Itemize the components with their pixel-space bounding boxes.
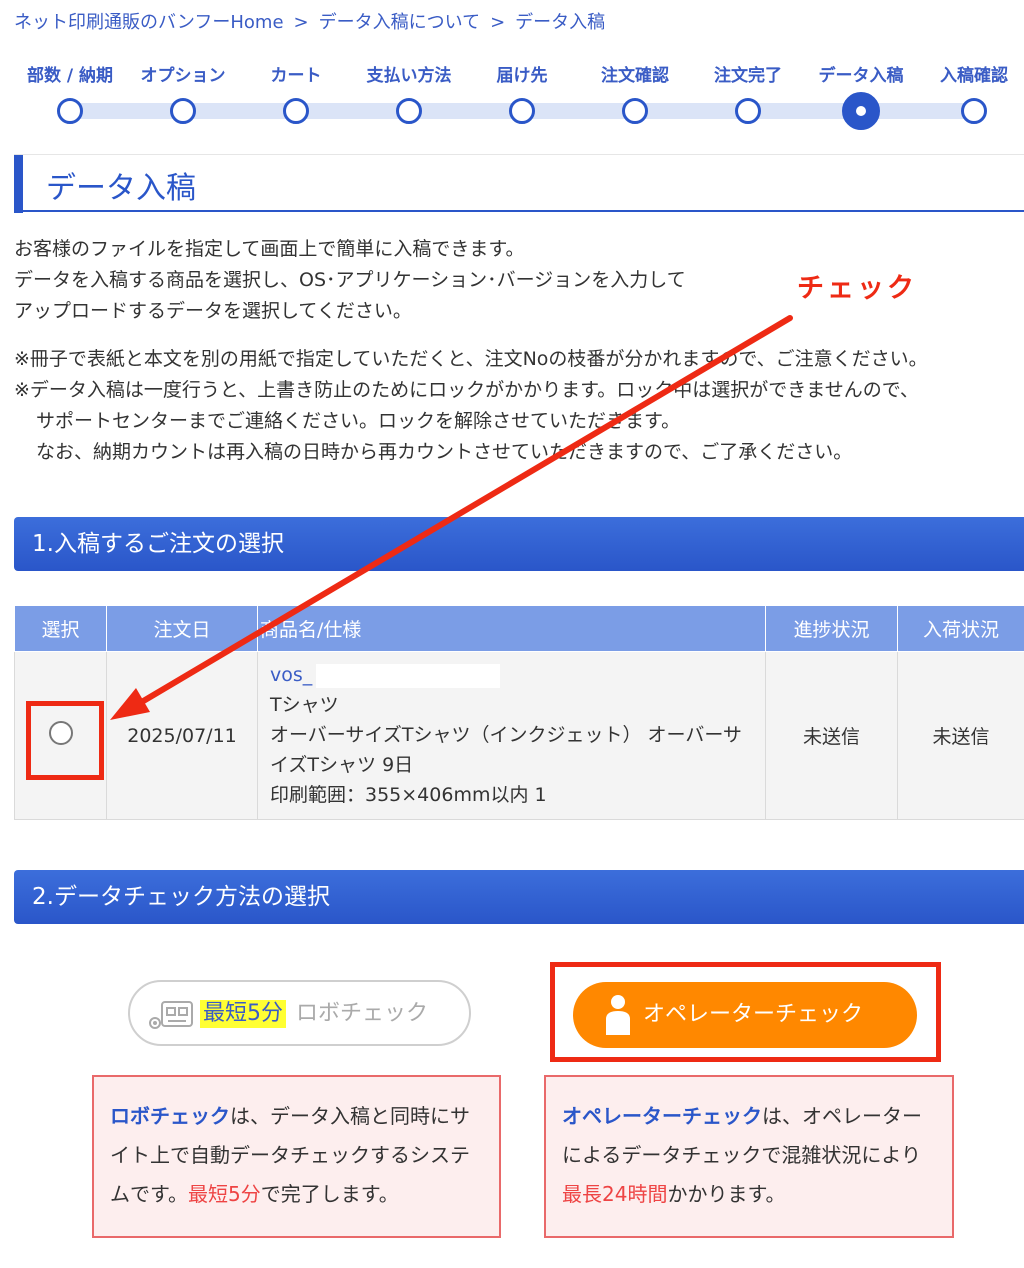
annotation-label: チェック bbox=[797, 273, 917, 304]
annotation-highlight-operator-button bbox=[550, 962, 941, 1062]
step-upload-confirm: 入稿確認 bbox=[914, 62, 1024, 124]
step-marker bbox=[170, 98, 196, 124]
step-label: 注文完了 bbox=[714, 66, 782, 86]
page-title: データ入稿 bbox=[46, 171, 196, 206]
step-order-confirm: 注文確認 bbox=[575, 62, 695, 124]
heading-accent-bar bbox=[14, 155, 23, 213]
step-quantity-deadline: 部数 / 納期 bbox=[10, 62, 130, 124]
intro-line: データを入稿する商品を選択し、OS･アプリケーション･バージョンを入力して bbox=[14, 269, 686, 291]
step-label: カート bbox=[270, 66, 322, 86]
breadcrumb-separator: > bbox=[293, 12, 309, 33]
order-progress-steps: 部数 / 納期 オプション カート 支払い方法 届け先 注文確認 注文完了 デー… bbox=[0, 62, 1024, 132]
robo-desc-text-end: で完了します。 bbox=[260, 1182, 399, 1206]
step-label: 支払い方法 bbox=[366, 66, 452, 86]
redacted-order-number bbox=[316, 663, 501, 688]
robo-check-time-highlight: 最短5分 bbox=[200, 1000, 286, 1028]
step-order-complete: 注文完了 bbox=[688, 62, 808, 124]
spec-line: Tシャツ bbox=[270, 694, 339, 716]
order-table: 選択 注文日 商品名/仕様 進捗状況 入荷状況 2025/07/11 vos_ … bbox=[14, 605, 1024, 820]
intro-line: アップロードするデータを選択してください。 bbox=[14, 300, 412, 322]
spec-line: オーバーサイズTシャツ（インクジェット） オーバーサイズTシャツ 9日 bbox=[270, 724, 742, 776]
step-label: データ入稿 bbox=[818, 66, 904, 86]
breadcrumb-separator: > bbox=[490, 12, 506, 33]
operator-check-name: オペレーターチェック bbox=[562, 1104, 762, 1128]
column-header-select: 選択 bbox=[14, 605, 107, 652]
operator-check-description: オペレーターチェックは、オペレーターによるデータチェックで混雑状況により最長24… bbox=[544, 1075, 954, 1238]
step-marker bbox=[735, 98, 761, 124]
column-header-order-date: 注文日 bbox=[106, 605, 258, 652]
robo-check-description: ロボチェックは、データ入稿と同時にサイト上で自動データチェックするシステムです。… bbox=[92, 1075, 501, 1238]
step-delivery: 届け先 bbox=[462, 62, 582, 124]
note-line: ※データ入稿は一度行うと、上書き防止のためにロックがかかります。ロック中は選択が… bbox=[14, 379, 919, 401]
step-label: 部数 / 納期 bbox=[26, 66, 114, 86]
breadcrumb-home-link[interactable]: ネット印刷通販のバンフーHome bbox=[14, 12, 284, 33]
step-marker bbox=[961, 98, 987, 124]
column-header-arrival: 入荷状況 bbox=[897, 605, 1024, 652]
step-label: 注文確認 bbox=[601, 66, 669, 86]
step-marker bbox=[396, 98, 422, 124]
table-header-row: 選択 注文日 商品名/仕様 進捗状況 入荷状況 bbox=[14, 605, 1024, 652]
step-cart: カート bbox=[236, 62, 356, 124]
breadcrumb-data-about-link[interactable]: データ入稿について bbox=[319, 12, 480, 33]
section-order-select-header: 1.入稿するご注文の選択 bbox=[14, 517, 1024, 571]
order-date-cell: 2025/07/11 bbox=[106, 651, 258, 820]
intro-line: お客様のファイルを指定して画面上で簡単に入稿できます。 bbox=[14, 238, 525, 260]
step-payment: 支払い方法 bbox=[349, 62, 469, 124]
step-marker bbox=[622, 98, 648, 124]
page-heading: データ入稿 bbox=[14, 154, 1024, 213]
step-label: 届け先 bbox=[496, 66, 548, 86]
progress-status: 未送信 bbox=[765, 651, 898, 820]
step-marker bbox=[57, 98, 83, 124]
step-marker bbox=[509, 98, 535, 124]
note-line: ※冊子で表紙と本文を別の用紙で指定していただくと、注文Noの枝番が分かれますので… bbox=[14, 348, 928, 370]
step-label: 入稿確認 bbox=[940, 66, 1008, 86]
robo-desc-time: 最短5分 bbox=[188, 1182, 261, 1206]
notes-text: ※冊子で表紙と本文を別の用紙で指定していただくと、注文Noの枝番が分かれますので… bbox=[14, 344, 928, 468]
operator-desc-time: 最長24時間 bbox=[562, 1182, 668, 1206]
order-date: 2025/07/11 bbox=[127, 724, 237, 747]
step-label: オプション bbox=[140, 66, 226, 86]
breadcrumb-current: データ入稿 bbox=[515, 12, 606, 33]
note-line: なお、納期カウントは再入稿の日時から再カウントさせていただきますので、ご了承くだ… bbox=[36, 441, 853, 463]
note-line: サポートセンターまでご連絡ください。ロックを解除させていただきます。 bbox=[36, 410, 681, 432]
breadcrumb: ネット印刷通販のバンフーHome > データ入稿について > データ入稿 bbox=[14, 8, 605, 34]
robo-check-name: ロボチェック bbox=[110, 1104, 230, 1128]
robo-check-label: ロボチェック bbox=[296, 1001, 429, 1026]
spec-line: 印刷範囲：355×406mm以内 1 bbox=[270, 784, 547, 806]
product-link[interactable]: vos_ bbox=[270, 660, 312, 690]
column-header-progress: 進捗状況 bbox=[765, 605, 898, 652]
intro-text: お客様のファイルを指定して画面上で簡単に入稿できます。 データを入稿する商品を選… bbox=[14, 234, 686, 327]
step-marker bbox=[283, 98, 309, 124]
section-check-method-header: 2.データチェック方法の選択 bbox=[14, 870, 1024, 924]
step-options: オプション bbox=[123, 62, 243, 124]
annotation-highlight-radio bbox=[26, 701, 104, 780]
step-marker-active bbox=[842, 92, 880, 130]
robo-check-button[interactable]: 最短5分 ロボチェック bbox=[128, 980, 471, 1046]
product-spec-cell: vos_ Tシャツ オーバーサイズTシャツ（インクジェット） オーバーサイズTシ… bbox=[257, 651, 766, 820]
robot-icon bbox=[149, 1001, 193, 1029]
operator-desc-text-end: かかります。 bbox=[667, 1182, 786, 1206]
table-row: 2025/07/11 vos_ Tシャツ オーバーサイズTシャツ（インクジェット… bbox=[14, 651, 1024, 820]
arrival-status: 未送信 bbox=[897, 651, 1024, 820]
step-data-upload: データ入稿 bbox=[801, 62, 921, 130]
column-header-product: 商品名/仕様 bbox=[257, 605, 766, 652]
